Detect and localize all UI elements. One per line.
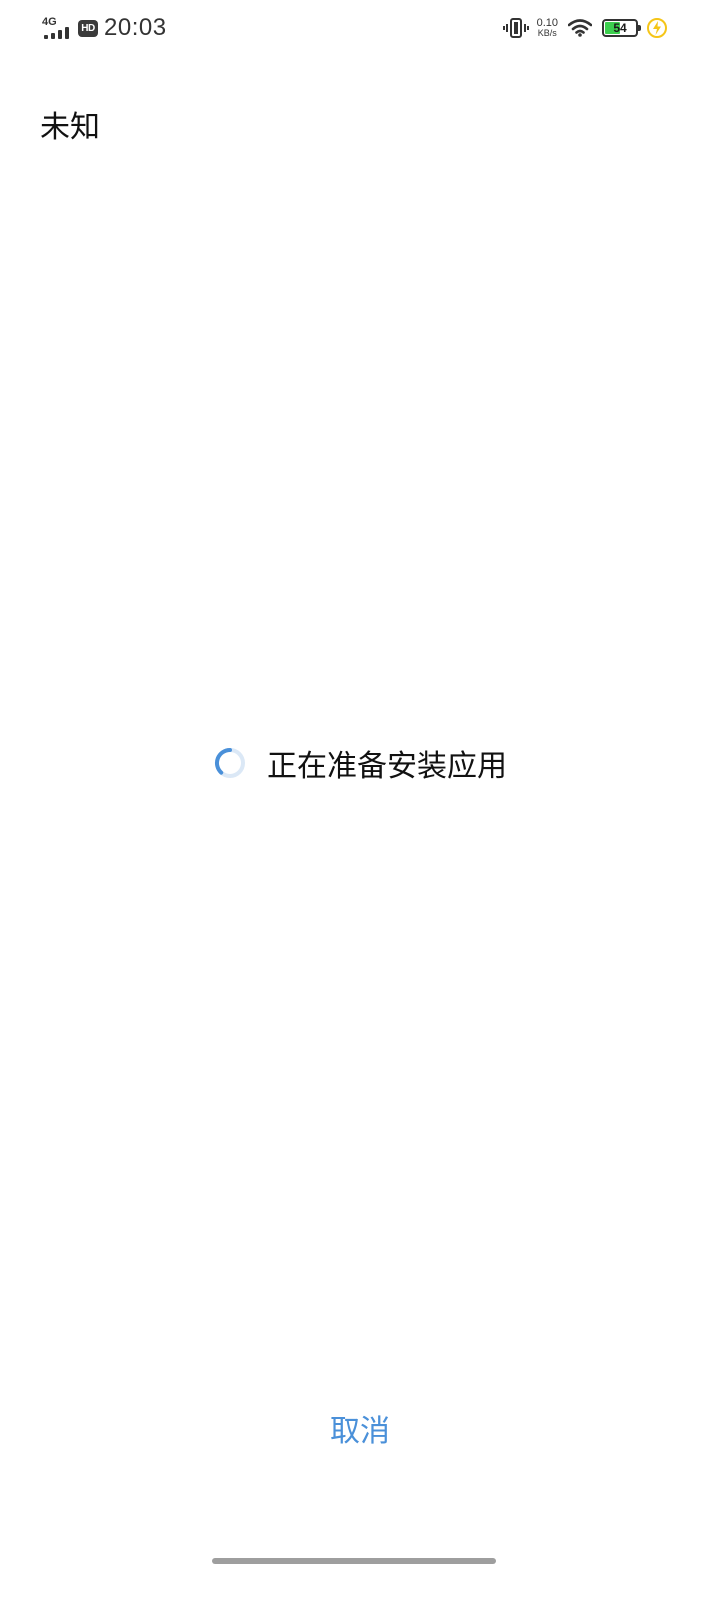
battery-cap [638,25,641,31]
loading-spinner-icon [214,747,245,778]
loading-indicator: 正在准备安装应用 [0,740,720,786]
battery-level: 54 [613,21,627,35]
signal-icon: 4G [40,15,74,41]
status-time: 20:03 [104,14,167,41]
status-bar-left: 4G HD 20:03 [40,12,167,44]
net-speed-value: 0.10 [536,17,558,29]
wifi-icon [568,19,592,37]
status-bar-right: 0.10 KB/s 54 [502,14,668,42]
hd-badge: HD [78,19,98,37]
charging-icon [647,18,667,38]
loading-message: 正在准备安装应用 [267,749,507,784]
signal-bars-icon [44,27,69,39]
battery-icon: 54 [602,19,641,37]
net-speed-unit: KB/s [537,28,557,38]
home-indicator[interactable] [212,1558,496,1564]
net-speed: 0.10 KB/s [536,17,558,39]
status-bar: 4G HD 20:03 0.10 KB/s 54 [0,0,720,56]
vibrate-icon [502,18,529,38]
cancel-button[interactable]: 取消 [260,1400,460,1456]
app-name: 未知 [40,110,100,145]
